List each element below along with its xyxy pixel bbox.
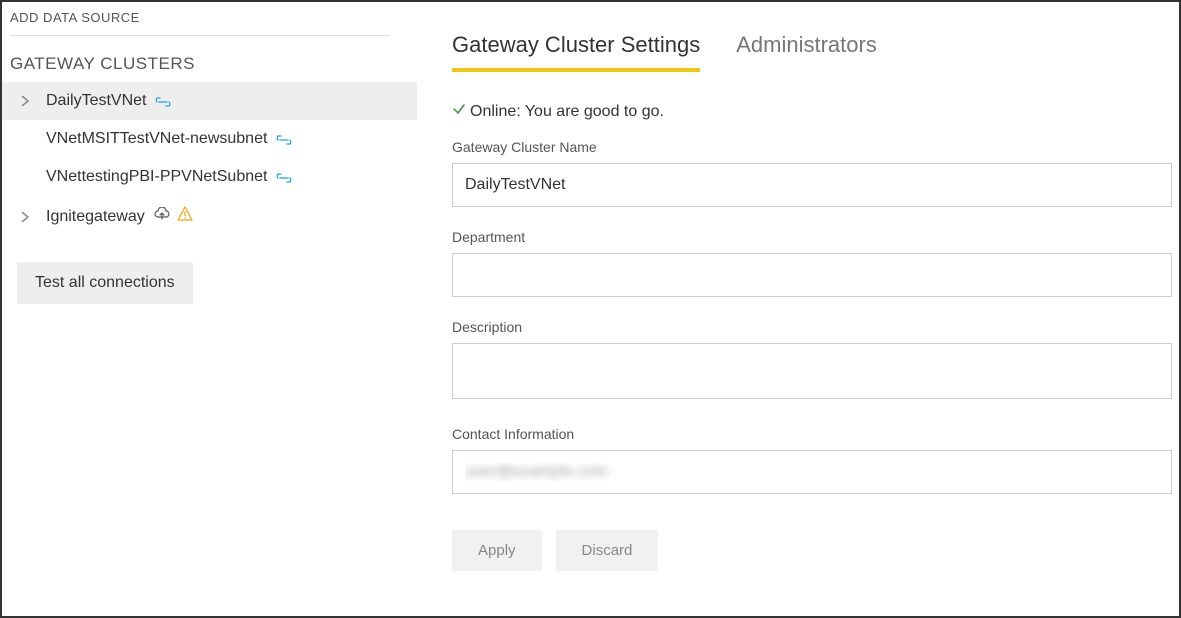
label-contact-info: Contact Information — [452, 426, 1179, 442]
link-icon — [154, 94, 172, 110]
cluster-name: VNetMSITTestVNet-newsubnet — [46, 130, 267, 148]
status-text: Online: You are good to go. — [470, 103, 664, 121]
add-data-source-link[interactable]: ADD DATA SOURCE — [2, 2, 417, 35]
tab-gateway-settings[interactable]: Gateway Cluster Settings — [452, 32, 700, 72]
input-contact-info[interactable] — [452, 450, 1172, 494]
apply-button[interactable]: Apply — [452, 530, 542, 571]
cluster-list: DailyTestVNet VNetMSITTestVNet-newsubnet… — [2, 82, 417, 237]
input-department[interactable] — [452, 253, 1172, 297]
chevron-right-icon[interactable] — [20, 93, 36, 109]
input-cluster-name[interactable] — [452, 163, 1172, 207]
cluster-name: VNettestingPBI-PPVNetSubnet — [46, 168, 267, 186]
form-group-description: Description — [452, 319, 1179, 404]
cluster-name: Ignitegateway — [46, 208, 145, 226]
divider — [10, 35, 390, 36]
button-row: Apply Discard — [452, 530, 1179, 571]
cluster-item-vnettesting[interactable]: VNettestingPBI-PPVNetSubnet — [2, 158, 417, 196]
main-content: Gateway Cluster Settings Administrators … — [417, 2, 1179, 616]
cluster-item-ignite[interactable]: Ignitegateway — [2, 196, 417, 237]
form-group-contact-info: Contact Information — [452, 426, 1179, 494]
label-cluster-name: Gateway Cluster Name — [452, 139, 1179, 155]
discard-button[interactable]: Discard — [556, 530, 659, 571]
link-icon — [275, 132, 293, 148]
tab-administrators[interactable]: Administrators — [736, 32, 877, 72]
cluster-item-dailytestvnet[interactable]: DailyTestVNet — [2, 82, 417, 120]
checkmark-icon — [452, 102, 466, 121]
form-group-cluster-name: Gateway Cluster Name — [452, 139, 1179, 207]
gateway-clusters-header: GATEWAY CLUSTERS — [2, 54, 417, 82]
warning-icon — [177, 206, 193, 227]
cloud-icon — [153, 207, 171, 226]
test-connections-button[interactable]: Test all connections — [17, 262, 193, 304]
cluster-name: DailyTestVNet — [46, 92, 146, 110]
cluster-item-vnetmsit[interactable]: VNetMSITTestVNet-newsubnet — [2, 120, 417, 158]
link-icon — [275, 170, 293, 186]
textarea-description[interactable] — [452, 343, 1172, 399]
chevron-right-icon[interactable] — [20, 209, 36, 225]
form-group-department: Department — [452, 229, 1179, 297]
label-department: Department — [452, 229, 1179, 245]
sidebar: ADD DATA SOURCE GATEWAY CLUSTERS DailyTe… — [2, 2, 417, 616]
status-line: Online: You are good to go. — [452, 102, 1179, 121]
tab-bar: Gateway Cluster Settings Administrators — [452, 32, 1179, 72]
label-description: Description — [452, 319, 1179, 335]
